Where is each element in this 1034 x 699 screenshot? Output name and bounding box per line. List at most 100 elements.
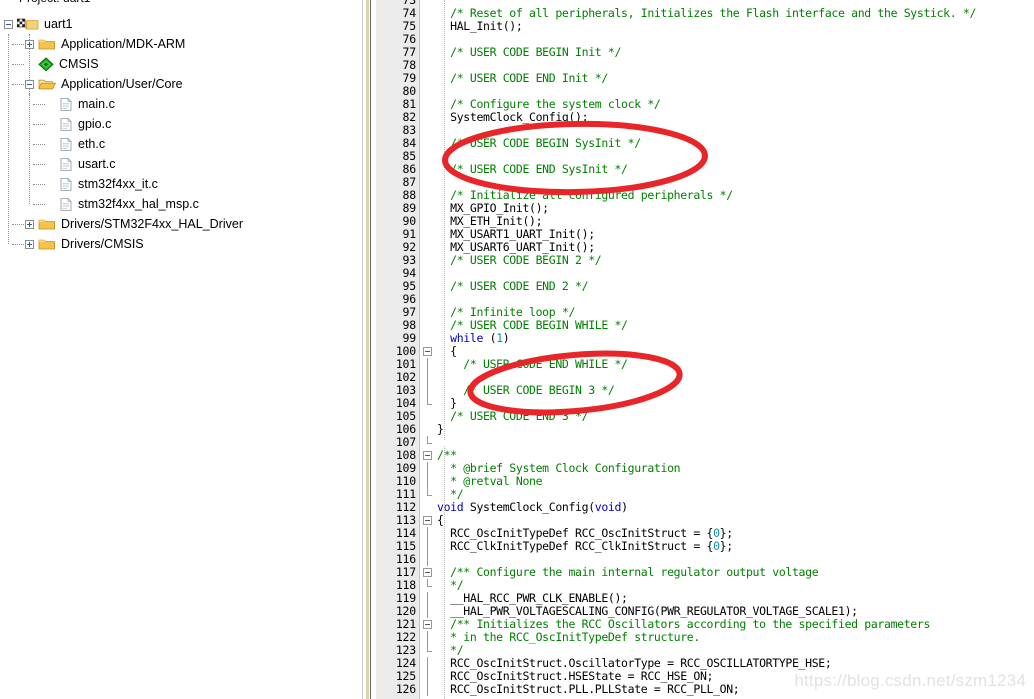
- tree-node[interactable]: main.c: [0, 94, 358, 114]
- c-file-icon: [59, 157, 73, 172]
- tree-node[interactable]: usart.c: [0, 154, 358, 174]
- tree-node[interactable]: stm32f4xx_hal_msp.c: [0, 194, 358, 214]
- code-line[interactable]: 117 /** Configure the main internal regu…: [376, 566, 1034, 579]
- tree-node-label: stm32f4xx_it.c: [78, 177, 158, 191]
- code-editor[interactable]: 73 74 /* Reset of all peripherals, Initia…: [376, 0, 1034, 699]
- tree-node[interactable]: eth.c: [0, 134, 358, 154]
- tree-node[interactable]: uart1: [0, 14, 358, 34]
- tree-expander-plus[interactable]: [25, 239, 34, 249]
- code-line-text: /* USER CODE BEGIN SysInit */: [437, 136, 641, 150]
- code-line-text: void SystemClock_Config(void): [437, 500, 628, 514]
- tree-node-label: Drivers/STM32F4xx_HAL_Driver: [61, 217, 243, 231]
- code-line[interactable]: 110 * @retval None: [376, 475, 1034, 488]
- tree-guide-line: [33, 184, 45, 185]
- tree-node-label: CMSIS: [59, 57, 99, 71]
- code-line-text: /* USER CODE END SysInit */: [437, 162, 628, 176]
- tree-expander-plus[interactable]: [25, 39, 34, 49]
- code-line[interactable]: 82 SystemClock_Config();: [376, 111, 1034, 124]
- project-pane-title-text: Project: uart1: [19, 0, 90, 5]
- tree-expander-minus[interactable]: [4, 19, 13, 29]
- fold-toggle-icon[interactable]: [423, 620, 432, 629]
- tree-guide-line: [33, 164, 45, 165]
- tree-node[interactable]: Application/MDK-ARM: [0, 34, 358, 54]
- code-line-text: /* USER CODE BEGIN 2 */: [437, 253, 602, 267]
- fold-end-marker: [427, 495, 432, 496]
- splitter-yellow-bar[interactable]: [366, 0, 369, 699]
- code-line[interactable]: 103 /* USER CODE BEGIN 3 */: [376, 384, 1034, 397]
- code-line-text: /* USER CODE END 2 */: [437, 279, 589, 293]
- project-folder-flag-icon: [16, 17, 39, 32]
- code-line[interactable]: 107: [376, 436, 1034, 449]
- fold-toggle-icon[interactable]: [423, 451, 432, 460]
- code-line[interactable]: 115 RCC_ClkInitTypeDef RCC_ClkInitStruct…: [376, 540, 1034, 553]
- fold-guide-line: [427, 358, 428, 371]
- folder-closed-icon: [38, 37, 56, 51]
- code-line[interactable]: 95 /* USER CODE END 2 */: [376, 280, 1034, 293]
- tree-node-label: gpio.c: [78, 117, 112, 131]
- keil-ide-window: Project: uart1 uart1 Application/MDK-ARM C…: [0, 0, 1034, 699]
- fold-guide-line: [427, 397, 428, 404]
- code-line[interactable]: 101 /* USER CODE END WHILE */: [376, 358, 1034, 371]
- code-line[interactable]: 86 /* USER CODE END SysInit */: [376, 163, 1034, 176]
- splitter-gray-line: [362, 0, 363, 699]
- code-line[interactable]: 122 * in the RCC_OscInitTypeDef structur…: [376, 631, 1034, 644]
- tree-expander-plus[interactable]: [25, 219, 34, 229]
- fold-toggle-icon[interactable]: [423, 347, 432, 356]
- fold-toggle-icon[interactable]: [423, 516, 432, 525]
- tree-node[interactable]: Application/User/Core: [0, 74, 358, 94]
- code-line[interactable]: 105 /* USER CODE END 3 */: [376, 410, 1034, 423]
- fold-guide-line: [427, 384, 428, 397]
- fold-guide-line: [427, 462, 428, 475]
- c-file-icon: [59, 97, 73, 112]
- code-line-text: /* USER CODE END 3 */: [437, 409, 589, 423]
- fold-guide-line: [427, 579, 428, 586]
- tree-guide-line: [33, 124, 45, 125]
- fold-guide-line: [427, 670, 428, 683]
- fold-guide-line: [427, 488, 428, 495]
- tree-expander-minus[interactable]: [25, 79, 34, 89]
- c-file-icon: [59, 197, 73, 212]
- code-line[interactable]: 79 /* USER CODE END Init */: [376, 72, 1034, 85]
- code-line[interactable]: 84 /* USER CODE BEGIN SysInit */: [376, 137, 1034, 150]
- tree-node-label: Application/MDK-ARM: [61, 37, 186, 51]
- fold-guide-line: [427, 657, 428, 670]
- folder-open-icon: [38, 77, 57, 91]
- tree-guide-line: [33, 104, 45, 105]
- fold-end-marker: [427, 404, 432, 405]
- indent-guide: [444, 446, 445, 699]
- tree-node[interactable]: CMSIS: [0, 54, 358, 74]
- tree-node-label: eth.c: [78, 137, 106, 151]
- code-line-text: * in the RCC_OscInitTypeDef structure.: [437, 630, 700, 644]
- code-line[interactable]: 99 while (1): [376, 332, 1034, 345]
- tree-guide-line: [33, 144, 45, 145]
- fold-guide-line: [427, 540, 428, 553]
- tree-node[interactable]: Drivers/STM32F4xx_HAL_Driver: [0, 214, 358, 234]
- code-line[interactable]: 93 /* USER CODE BEGIN 2 */: [376, 254, 1034, 267]
- pane-splitter[interactable]: [358, 0, 376, 699]
- tree-guide-line: [12, 244, 24, 245]
- watermark-text: https://blog.csdn.net/szm1234: [794, 671, 1026, 690]
- tree-node-label: Application/User/Core: [61, 77, 183, 91]
- tree-node[interactable]: stm32f4xx_it.c: [0, 174, 358, 194]
- code-line-text: /* USER CODE END Init */: [437, 71, 608, 85]
- code-text-area[interactable]: 73 74 /* Reset of all peripherals, Initia…: [376, 0, 1034, 699]
- tree-node[interactable]: gpio.c: [0, 114, 358, 134]
- tree-guide-line: [12, 44, 24, 45]
- code-line-text: SystemClock_Config();: [437, 110, 589, 124]
- code-line[interactable]: 112 void SystemClock_Config(void): [376, 501, 1034, 514]
- code-line[interactable]: 106}: [376, 423, 1034, 436]
- code-line[interactable]: 75 HAL_Init();: [376, 20, 1034, 33]
- tree-node[interactable]: Drivers/CMSIS: [0, 234, 358, 254]
- fold-guide-line: [427, 475, 428, 488]
- fold-guide-line: [427, 644, 428, 651]
- code-line-text: /* USER CODE BEGIN Init */: [437, 45, 622, 59]
- splitter-dark-line: [370, 0, 371, 699]
- fold-guide-line: [427, 592, 428, 605]
- code-line-text: HAL_Init();: [437, 19, 523, 33]
- project-tree[interactable]: uart1 Application/MDK-ARM CMSIS Application…: [0, 14, 358, 254]
- code-line-text: }: [437, 422, 444, 436]
- c-file-icon: [59, 137, 73, 152]
- fold-toggle-icon[interactable]: [423, 568, 432, 577]
- code-line[interactable]: 77 /* USER CODE BEGIN Init */: [376, 46, 1034, 59]
- fold-guide-line: [427, 436, 428, 443]
